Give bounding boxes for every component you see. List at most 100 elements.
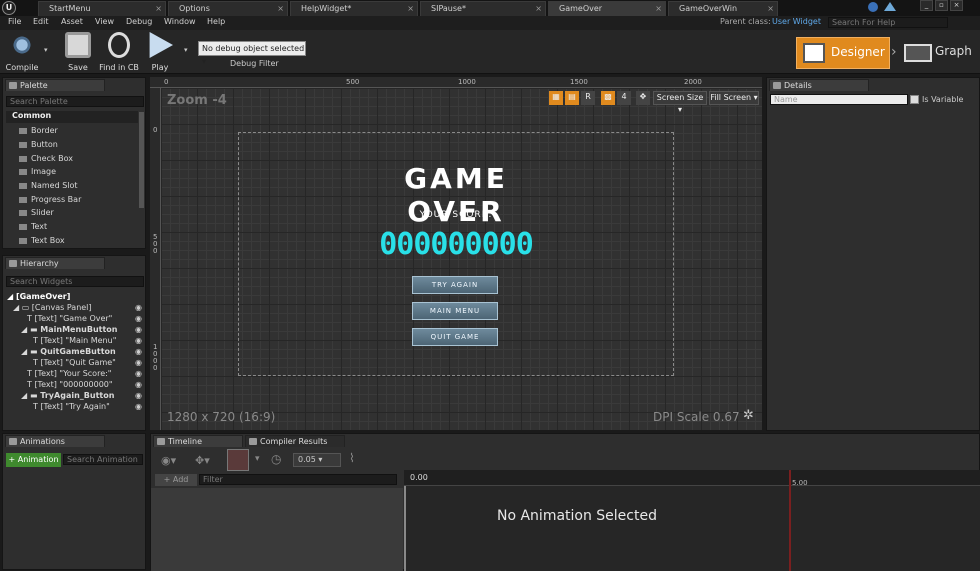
- eye-icon[interactable]: ◉: [135, 336, 142, 345]
- designer-canvas[interactable]: Zoom -4 ▦ ▤ R ▩ 4 ✥ Screen Size ▾ Fill S…: [161, 88, 762, 430]
- tab-sipause[interactable]: SIPause* ×: [420, 1, 546, 16]
- clock-icon[interactable]: ◷: [271, 452, 281, 466]
- fill-screen-dropdown[interactable]: Fill Screen ▾: [709, 91, 759, 105]
- palette-search-input[interactable]: Search Palette: [6, 96, 144, 107]
- tab-details[interactable]: Details: [769, 79, 869, 91]
- quit-game-button[interactable]: QUIT GAME: [412, 328, 498, 346]
- is-variable-checkbox[interactable]: [910, 95, 919, 104]
- save-button[interactable]: Save: [64, 32, 92, 72]
- compile-button[interactable]: Compile: [4, 32, 40, 72]
- menu-window[interactable]: Window: [164, 17, 196, 26]
- menu-view[interactable]: View: [95, 17, 114, 26]
- transform-icon[interactable]: ✥▾: [195, 454, 210, 467]
- outline-toggle-icon[interactable]: ▤: [565, 91, 579, 105]
- tree-item-root[interactable]: ◢ [GameOver]: [7, 292, 70, 301]
- tree-item-main-menu-button[interactable]: ◢ ▬ MainMenuButton: [21, 325, 118, 334]
- layout-toggle-icon[interactable]: ▦: [549, 91, 563, 105]
- find-in-cb-button[interactable]: Find in CB: [97, 32, 141, 72]
- hierarchy-search-input[interactable]: Search Widgets: [6, 276, 144, 287]
- chevron-down-icon[interactable]: ▾: [184, 46, 188, 54]
- snap-icon[interactable]: ⌇: [349, 451, 355, 465]
- palette-item-checkbox[interactable]: Check Box: [19, 154, 73, 163]
- palette-item-named-slot[interactable]: Named Slot: [19, 181, 78, 190]
- tab-palette[interactable]: Palette: [5, 79, 105, 91]
- palette-item-image[interactable]: Image: [19, 167, 56, 176]
- eye-icon[interactable]: ◉: [135, 380, 142, 389]
- chevron-down-icon[interactable]: ▾: [255, 454, 260, 464]
- common-category[interactable]: Common: [6, 111, 138, 123]
- palette-scrollbar[interactable]: [139, 112, 144, 208]
- tree-item-text-try-again[interactable]: T [Text] "Try Again": [33, 402, 110, 411]
- fps-dropdown[interactable]: 0.05 ▾: [293, 453, 341, 467]
- eye-icon[interactable]: ◉: [135, 325, 142, 334]
- tab-hierarchy[interactable]: Hierarchy: [5, 257, 105, 269]
- playhead[interactable]: [404, 486, 406, 571]
- menu-file[interactable]: File: [8, 17, 21, 26]
- palette-item-button[interactable]: Button: [19, 140, 58, 149]
- menu-help[interactable]: Help: [207, 17, 225, 26]
- tab-options[interactable]: Options ×: [168, 1, 288, 16]
- tree-item-text-main-menu[interactable]: T [Text] "Main Menu": [33, 336, 116, 345]
- close-icon[interactable]: ×: [155, 2, 162, 15]
- close-icon[interactable]: ×: [767, 2, 774, 15]
- tree-item-quit-game-button[interactable]: ◢ ▬ QuitGameButton: [21, 347, 116, 356]
- palette-item-text[interactable]: Text: [19, 222, 47, 231]
- close-icon[interactable]: ×: [407, 2, 414, 15]
- move-icon[interactable]: ✥: [636, 91, 650, 105]
- source-control-icon[interactable]: [884, 2, 896, 11]
- palette-item-progress-bar[interactable]: Progress Bar: [19, 195, 81, 204]
- eye-icon[interactable]: ◉: [135, 391, 142, 400]
- name-input[interactable]: Name: [770, 94, 908, 105]
- filter-input[interactable]: Filter: [199, 474, 397, 485]
- auto-key-icon[interactable]: [227, 449, 249, 471]
- try-again-button[interactable]: TRY AGAIN: [412, 276, 498, 294]
- tree-item-text-quit-game[interactable]: T [Text] "Quit Game": [33, 358, 116, 367]
- notification-icon[interactable]: [868, 2, 878, 12]
- eye-icon[interactable]: ◉: [135, 347, 142, 356]
- palette-item-text-box[interactable]: Text Box: [19, 236, 65, 245]
- close-icon[interactable]: ×: [655, 2, 662, 15]
- close-window-button[interactable]: ×: [950, 0, 963, 11]
- tab-helpwidget[interactable]: HelpWidget* ×: [290, 1, 418, 16]
- menu-debug[interactable]: Debug: [126, 17, 152, 26]
- eye-icon[interactable]: ◉▾: [161, 454, 176, 467]
- palette-item-border[interactable]: Border: [19, 126, 58, 135]
- tree-item-try-again-button[interactable]: ◢ ▬ TryAgain_Button: [21, 391, 114, 400]
- grid-snap-icon[interactable]: ▩: [601, 91, 615, 105]
- help-search-input[interactable]: Search For Help: [828, 17, 948, 28]
- eye-icon[interactable]: ◉: [135, 314, 142, 323]
- tab-animations[interactable]: Animations: [5, 435, 105, 447]
- minimize-button[interactable]: _: [920, 0, 933, 11]
- tab-startmenu[interactable]: StartMenu ×: [38, 1, 166, 16]
- eye-icon[interactable]: ◉: [135, 358, 142, 367]
- tree-item-canvas-panel[interactable]: ◢ ▭ [Canvas Panel]: [13, 303, 92, 312]
- tab-timeline[interactable]: Timeline: [153, 435, 243, 447]
- tab-gameoverwin[interactable]: GameOverWin ×: [668, 1, 778, 16]
- chevron-down-icon[interactable]: ▾: [44, 46, 48, 54]
- tree-item-text-your-score[interactable]: T [Text] "Your Score:": [27, 369, 111, 378]
- main-menu-button[interactable]: MAIN MENU: [412, 302, 498, 320]
- tab-compiler-results[interactable]: Compiler Results: [245, 435, 345, 447]
- close-icon[interactable]: ×: [277, 2, 284, 15]
- restore-button[interactable]: ▫: [935, 0, 948, 11]
- tree-item-text-score[interactable]: T [Text] "000000000": [27, 380, 113, 389]
- parent-class-link[interactable]: User Widget: [772, 17, 821, 26]
- animation-search-input[interactable]: Search Animation: [63, 454, 143, 465]
- screen-size-dropdown[interactable]: Screen Size ▾: [653, 91, 707, 114]
- gear-icon[interactable]: ✲: [743, 408, 754, 423]
- respect-locks-button[interactable]: R: [581, 91, 595, 105]
- add-animation-button[interactable]: + Animation: [6, 453, 61, 467]
- tree-item-text-game-over[interactable]: T [Text] "Game Over": [27, 314, 112, 323]
- menu-asset[interactable]: Asset: [61, 17, 83, 26]
- eye-icon[interactable]: ◉: [135, 402, 142, 411]
- play-button[interactable]: Play: [146, 32, 174, 72]
- menu-edit[interactable]: Edit: [33, 17, 49, 26]
- debug-object-select[interactable]: No debug object selected ▾: [198, 41, 306, 66]
- tab-gameover[interactable]: GameOver ×: [548, 1, 666, 16]
- graph-mode-button[interactable]: Graph: [902, 37, 978, 69]
- grid-snap-value[interactable]: 4: [617, 91, 631, 105]
- designer-mode-button[interactable]: Designer: [796, 37, 890, 69]
- palette-item-slider[interactable]: Slider: [19, 208, 54, 217]
- close-icon[interactable]: ×: [535, 2, 542, 15]
- eye-icon[interactable]: ◉: [135, 369, 142, 378]
